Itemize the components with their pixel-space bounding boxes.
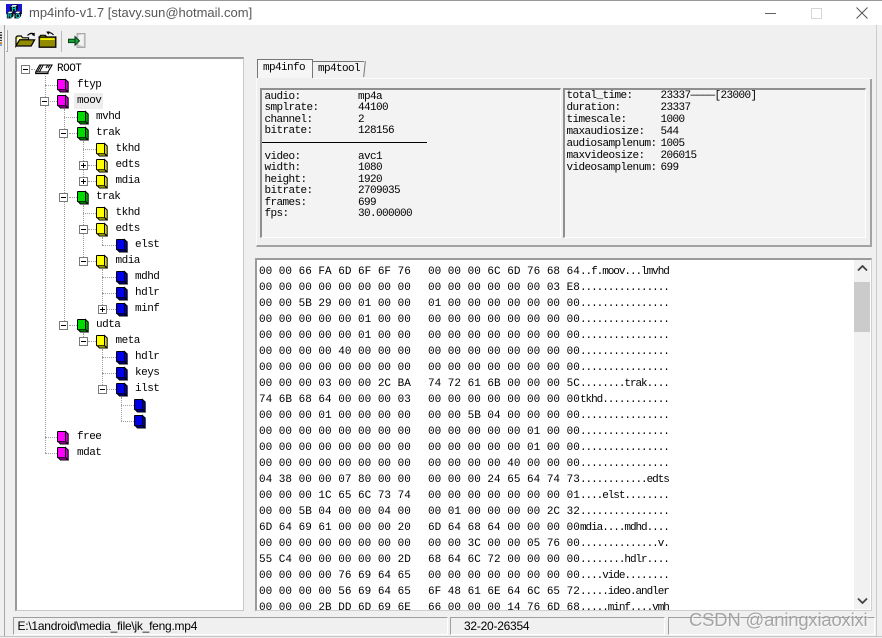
svg-text:R: R: [7, 13, 12, 20]
svg-text:O: O: [15, 13, 20, 20]
